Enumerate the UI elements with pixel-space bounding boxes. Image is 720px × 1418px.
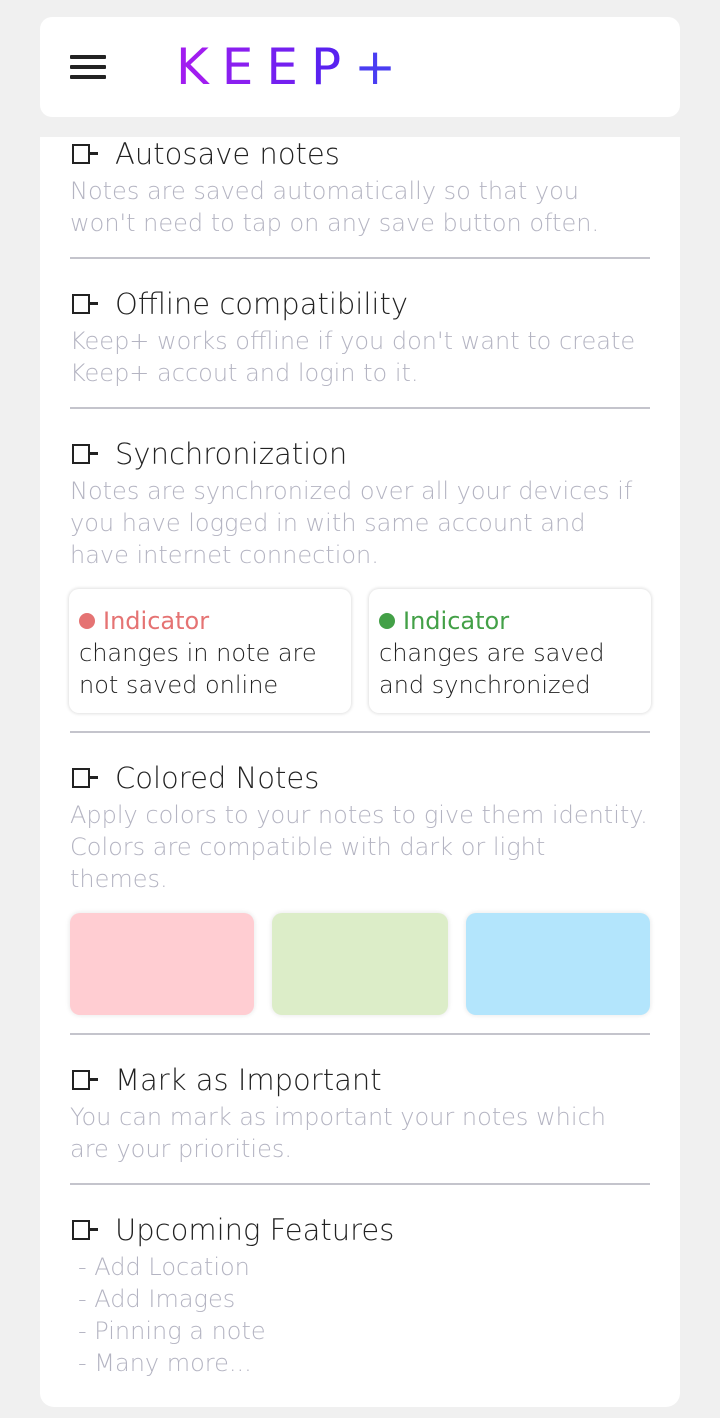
app-header: KEEP+ <box>40 17 680 117</box>
feature-mark-important: Mark as Important You can mark as import… <box>70 1063 650 1165</box>
feature-title: Mark as Important <box>115 1063 382 1097</box>
feature-title: Offline compatibility <box>115 287 409 321</box>
feature-description: Apply colors to your notes to give them … <box>70 801 648 893</box>
feature-title: Autosave notes <box>115 137 340 171</box>
checkbox-icon[interactable] <box>72 444 98 464</box>
list-item: - Add Images <box>78 1285 236 1313</box>
indicator-head: Indicator <box>379 605 641 637</box>
blue-color-swatch[interactable] <box>466 913 650 1015</box>
feature-title-row: Colored Notes <box>70 761 650 795</box>
indicator-text-line1: changes are saved <box>379 639 605 667</box>
app-logo: KEEP+ <box>176 41 409 93</box>
feature-title-row: Mark as Important <box>70 1063 650 1097</box>
checkbox-icon[interactable] <box>72 768 98 788</box>
checkbox-icon[interactable] <box>72 294 98 314</box>
indicator-label: Indicator <box>403 607 510 635</box>
unsaved-indicator-card: Indicator changes in note are not saved … <box>69 589 351 713</box>
feature-synchronization: Synchronization Notes are synchronized o… <box>70 437 650 571</box>
feature-colored-notes: Colored Notes Apply colors to your notes… <box>70 761 650 895</box>
red-dot-icon <box>79 613 95 629</box>
indicator-text-line1: changes in note are <box>79 639 317 667</box>
green-color-swatch[interactable] <box>272 913 448 1015</box>
feature-title-row: Upcoming Features <box>70 1213 650 1247</box>
divider <box>70 407 650 409</box>
logo-letter: + <box>354 38 410 96</box>
divider <box>70 1033 650 1035</box>
checkbox-icon[interactable] <box>72 1070 98 1090</box>
indicator-head: Indicator <box>79 605 341 637</box>
feature-description: Keep+ works offline if you don't want to… <box>70 327 636 387</box>
feature-title-row: Autosave notes <box>70 137 650 171</box>
indicator-label: Indicator <box>103 607 210 635</box>
feature-autosave: Autosave notes Notes are saved automatic… <box>70 137 650 239</box>
indicator-text-line2: not saved online <box>79 671 279 699</box>
list-item: - Many more... <box>78 1349 252 1377</box>
list-item: - Add Location <box>78 1253 250 1281</box>
logo-letter: E <box>266 38 311 96</box>
feature-offline: Offline compatibility Keep+ works offlin… <box>70 287 650 389</box>
divider <box>70 257 650 259</box>
feature-description: Notes are synchronized over all your dev… <box>70 477 633 569</box>
divider <box>70 1183 650 1185</box>
checkbox-icon[interactable] <box>72 144 98 164</box>
green-dot-icon <box>379 613 395 629</box>
logo-letter: P <box>310 38 355 96</box>
pink-color-swatch[interactable] <box>70 913 254 1015</box>
indicator-text-line2: and synchronized <box>379 671 591 699</box>
feature-title: Upcoming Features <box>115 1213 395 1247</box>
checkbox-icon[interactable] <box>72 1220 98 1240</box>
feature-title: Synchronization <box>115 437 348 471</box>
saved-indicator-card: Indicator changes are saved and synchron… <box>369 589 651 713</box>
logo-letter: K <box>176 38 222 96</box>
logo-letter: E <box>221 38 267 96</box>
feature-title: Colored Notes <box>115 761 320 795</box>
feature-description: You can mark as important your notes whi… <box>70 1103 606 1163</box>
list-item: - Pinning a note <box>78 1317 266 1345</box>
feature-description: Notes are saved automatically so that yo… <box>70 177 600 237</box>
divider <box>70 731 650 733</box>
hamburger-menu-icon[interactable] <box>70 55 106 79</box>
feature-title-row: Synchronization <box>70 437 650 471</box>
upcoming-list: - Add Location - Add Images - Pinning a … <box>70 1251 650 1379</box>
feature-upcoming: Upcoming Features - Add Location - Add I… <box>70 1213 650 1379</box>
features-card: Autosave notes Notes are saved automatic… <box>40 137 680 1407</box>
feature-title-row: Offline compatibility <box>70 287 650 321</box>
